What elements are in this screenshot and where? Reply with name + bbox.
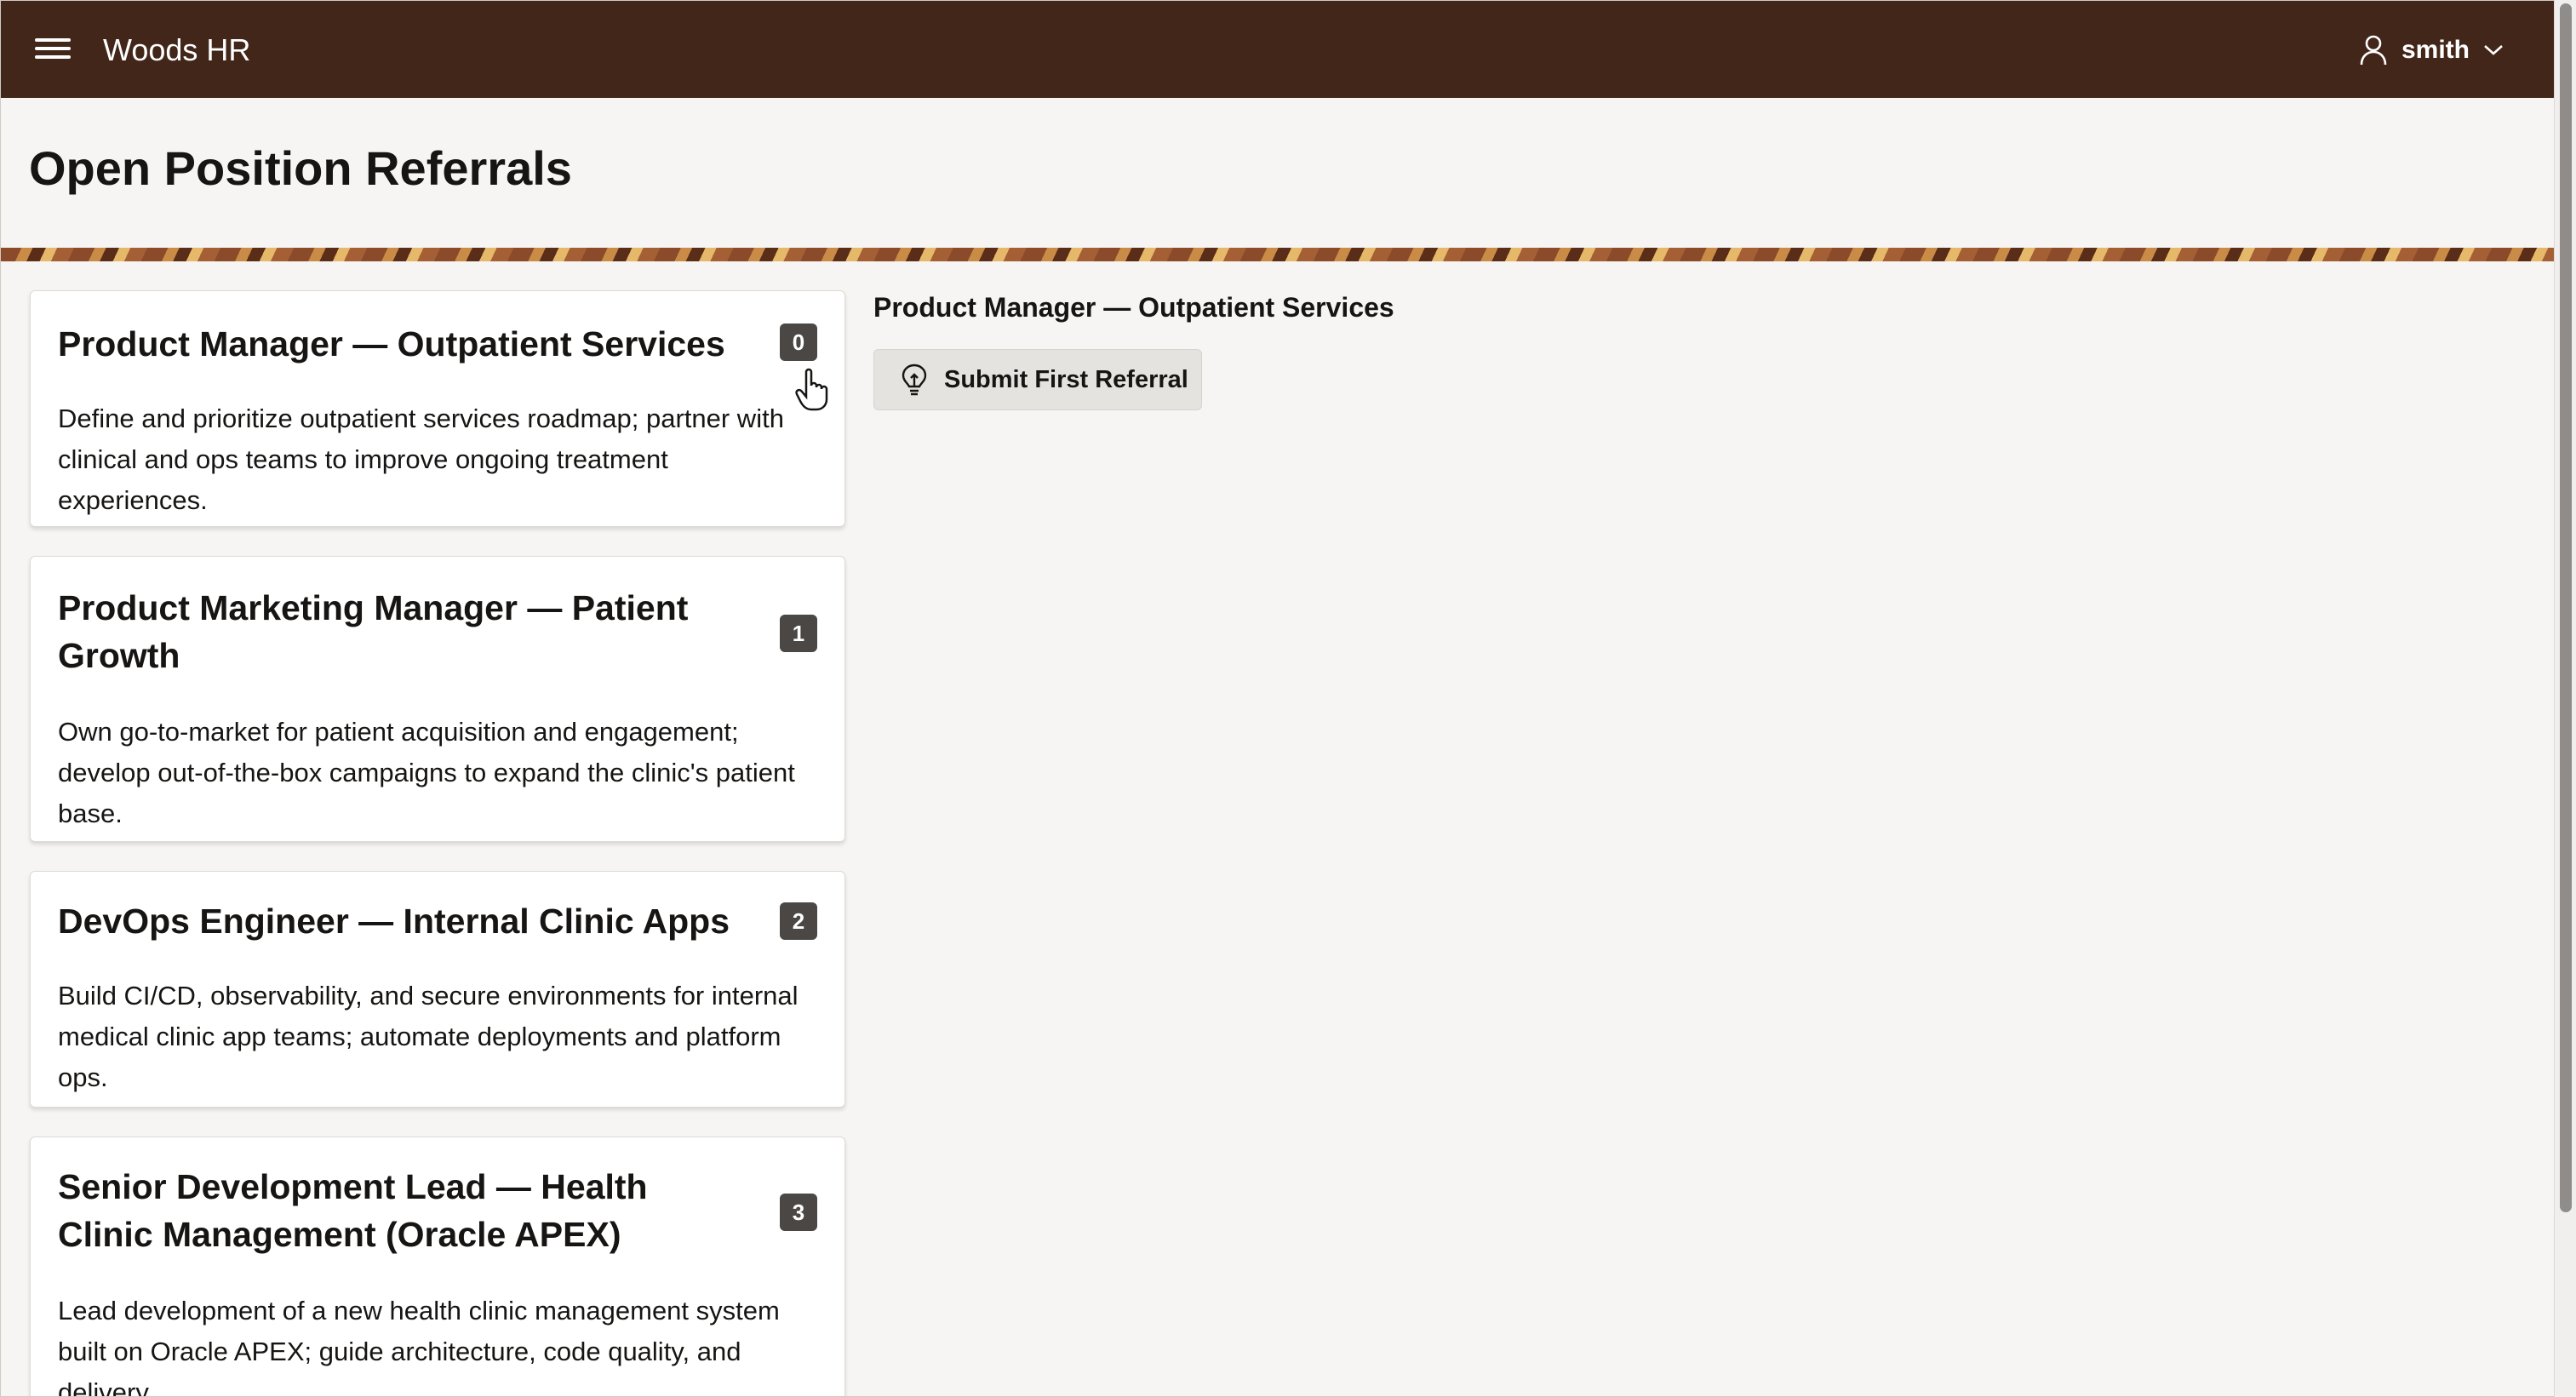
position-cards-list: Product Manager — Outpatient Services 0 …	[30, 290, 845, 1397]
position-title: Product Manager — Outpatient Services	[58, 324, 725, 364]
scrollbar-thumb[interactable]	[2560, 3, 2572, 1212]
position-card[interactable]: Product Manager — Outpatient Services 0 …	[30, 290, 845, 527]
decorative-banner	[1, 248, 2555, 261]
position-description: Define and prioritize outpatient service…	[58, 404, 784, 515]
hamburger-icon[interactable]	[35, 33, 83, 67]
user-icon	[2360, 35, 2387, 66]
position-card[interactable]: DevOps Engineer — Internal Clinic Apps 2…	[30, 871, 845, 1108]
chevron-down-icon	[2484, 45, 2503, 55]
referral-count-badge: 2	[780, 902, 817, 940]
referral-count-badge: 0	[780, 323, 817, 361]
referral-count-badge: 1	[780, 615, 817, 652]
selected-position-title: Product Manager — Outpatient Services	[873, 292, 1394, 323]
position-description: Own go-to-market for patient acquisition…	[58, 717, 795, 828]
position-title: DevOps Engineer — Internal Clinic Apps	[58, 902, 730, 941]
position-title: Product Marketing Manager — Patient Grow…	[58, 588, 689, 675]
top-navigation-bar: Woods HR smith	[1, 1, 2555, 98]
referral-count-badge: 3	[780, 1194, 817, 1231]
vertical-scrollbar[interactable]	[2554, 0, 2576, 1397]
submit-first-referral-label: Submit First Referral	[944, 365, 1188, 393]
position-card[interactable]: Senior Development Lead — Health Clinic …	[30, 1136, 845, 1397]
position-description: Build CI/CD, observability, and secure e…	[58, 981, 799, 1092]
user-name: smith	[2401, 36, 2470, 64]
hand-pointer-icon	[795, 368, 828, 411]
position-title: Senior Development Lead — Health Clinic …	[58, 1167, 648, 1254]
user-menu[interactable]: smith	[2359, 25, 2504, 76]
lightbulb-icon	[902, 364, 927, 396]
submit-first-referral-button[interactable]: Submit First Referral	[873, 349, 1202, 410]
app-title[interactable]: Woods HR	[103, 26, 250, 74]
page-title-area: Open Position Referrals	[1, 98, 2555, 248]
position-card[interactable]: Product Marketing Manager — Patient Grow…	[30, 556, 845, 842]
page-title: Open Position Referrals	[29, 141, 572, 195]
position-description: Lead development of a new health clinic …	[58, 1296, 780, 1397]
app-frame: Woods HR smith Open Position Referrals P…	[0, 0, 2556, 1397]
